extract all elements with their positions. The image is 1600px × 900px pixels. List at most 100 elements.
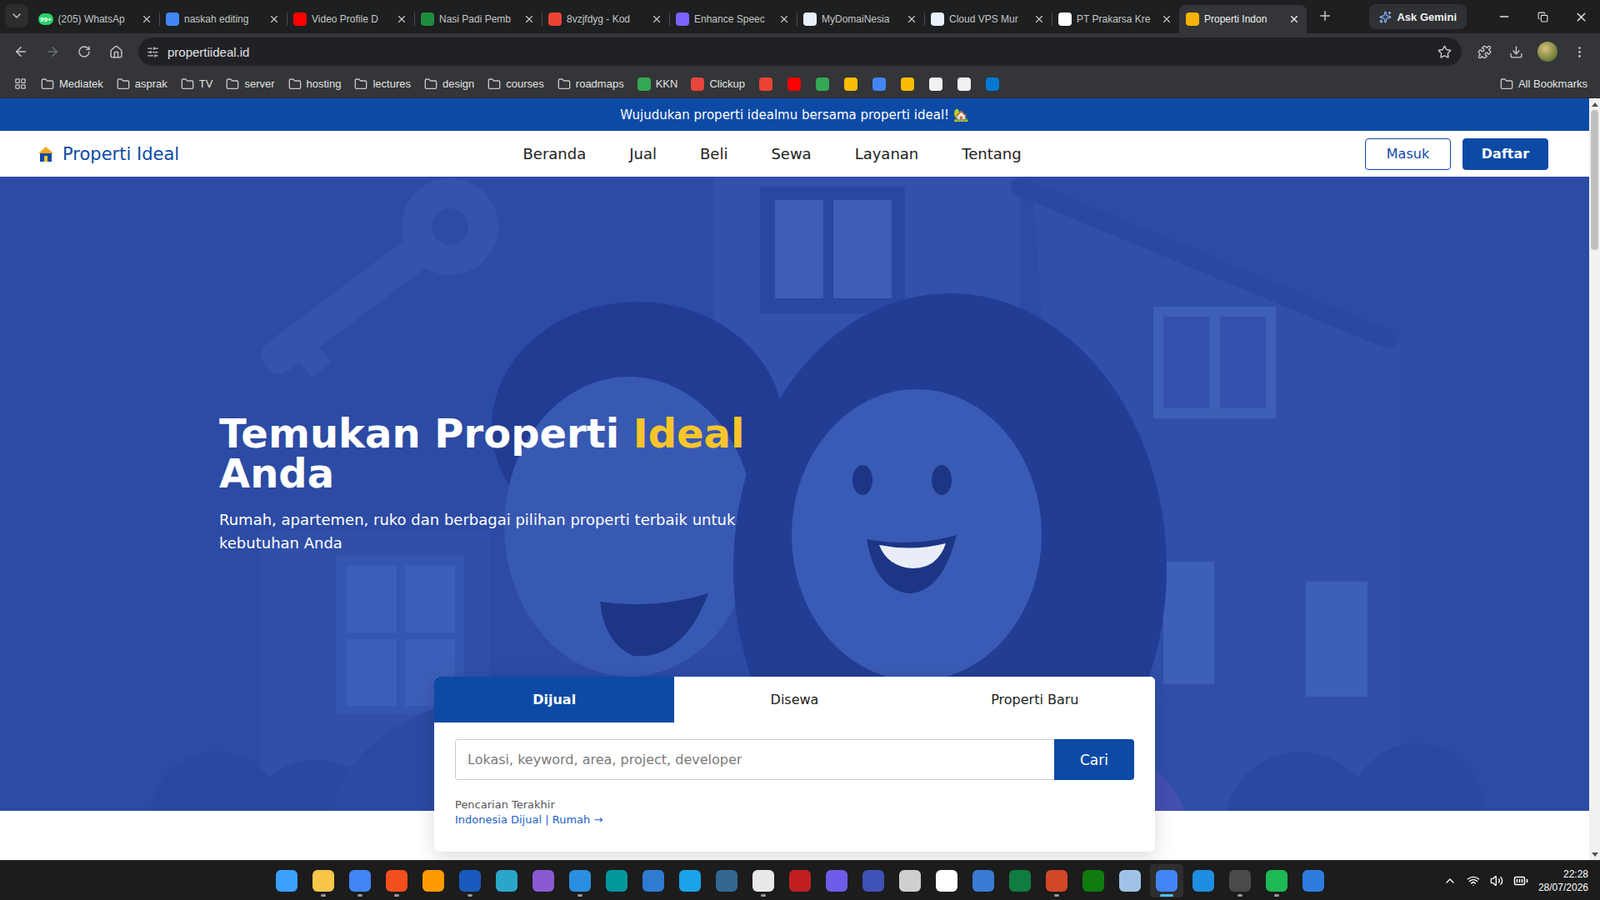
recent-link[interactable]: Indonesia Dijual | Rumah →	[455, 813, 1135, 826]
taskbar-app[interactable]	[1040, 864, 1074, 898]
taskbar-app[interactable]	[416, 864, 450, 898]
close-tab-icon[interactable]	[395, 13, 408, 25]
bookmark-item[interactable]: KKN	[631, 74, 685, 95]
taskbar-app[interactable]	[343, 864, 377, 898]
taskbar-app[interactable]	[453, 864, 487, 898]
bookmark-item[interactable]: lectures	[348, 74, 417, 95]
taskbar-app[interactable]	[673, 864, 707, 898]
close-tab-icon[interactable]	[140, 13, 153, 25]
back-button[interactable]	[6, 37, 35, 66]
login-button[interactable]: Masuk	[1365, 138, 1451, 170]
search-tab[interactable]: Dijual	[434, 676, 675, 723]
bookmark-item[interactable]: roadmaps	[551, 74, 630, 95]
wifi-icon[interactable]	[1466, 874, 1480, 888]
taskbar-app[interactable]	[820, 864, 854, 898]
browser-tab[interactable]: MyDomaiNesia	[796, 5, 925, 34]
search-button[interactable]: Cari	[1054, 739, 1135, 780]
close-tab-icon[interactable]	[778, 13, 790, 25]
ask-gemini-button[interactable]: Ask Gemini	[1369, 4, 1467, 30]
close-window-button[interactable]	[1561, 0, 1600, 34]
scroll-up-icon[interactable]	[1589, 98, 1600, 110]
browser-tab[interactable]: Enhance Speec	[669, 5, 797, 34]
profile-button[interactable]	[1533, 37, 1562, 66]
chevron-up-icon[interactable]	[1443, 874, 1457, 888]
taskbar-app[interactable]	[1150, 864, 1184, 898]
bookmark-item[interactable]: asprak	[110, 74, 174, 95]
taskbar-app[interactable]	[306, 864, 340, 898]
search-tab[interactable]: Disewa	[674, 676, 915, 723]
bookmark-icon-item[interactable]	[922, 73, 950, 95]
taskbar-app[interactable]	[490, 864, 524, 898]
menu-button[interactable]	[1565, 37, 1594, 66]
nav-item[interactable]: Beranda	[522, 145, 586, 163]
bookmark-icon-item[interactable]	[780, 73, 808, 95]
bookmark-item[interactable]: Mediatek	[35, 74, 110, 95]
nav-item[interactable]: Sewa	[770, 145, 811, 163]
close-tab-icon[interactable]	[1160, 13, 1173, 25]
forward-button[interactable]	[38, 37, 67, 66]
bookmark-icon-item[interactable]	[979, 73, 1006, 95]
taskbar-app[interactable]	[1186, 864, 1220, 898]
apps-button[interactable]	[6, 73, 34, 95]
bookmark-icon-item[interactable]	[837, 73, 865, 95]
nav-item[interactable]: Beli	[700, 145, 728, 163]
search-input[interactable]	[455, 739, 1055, 780]
bookmark-icon-item[interactable]	[950, 73, 978, 95]
scroll-down-icon[interactable]	[1589, 848, 1600, 860]
new-tab-button[interactable]	[1313, 4, 1337, 28]
close-tab-icon[interactable]	[905, 13, 918, 25]
taskbar-app[interactable]	[1003, 864, 1037, 898]
browser-tab[interactable]: Cloud VPS Mur	[924, 5, 1052, 34]
taskbar-app[interactable]	[636, 864, 670, 898]
bookmark-item[interactable]: courses	[481, 74, 550, 95]
volume-icon[interactable]	[1490, 874, 1504, 888]
taskbar-app[interactable]	[1113, 864, 1147, 898]
taskbar-app[interactable]	[783, 864, 817, 898]
nav-item[interactable]: Layanan	[855, 145, 920, 163]
scroll-thumb[interactable]	[1590, 110, 1599, 250]
bookmark-icon-item[interactable]	[809, 73, 836, 95]
taskbar-app[interactable]	[966, 864, 1000, 898]
bookmark-item[interactable]: TV	[175, 74, 220, 95]
taskbar-app[interactable]	[893, 864, 927, 898]
browser-tab[interactable]: 99+(205) WhatsAp	[31, 5, 160, 34]
browser-tab[interactable]: PT Prakarsa Kre	[1051, 5, 1180, 34]
close-tab-icon[interactable]	[1033, 13, 1045, 25]
taskbar-app[interactable]	[1223, 864, 1257, 898]
close-tab-icon[interactable]	[650, 13, 663, 25]
page-scrollbar[interactable]	[1589, 98, 1600, 860]
minimize-button[interactable]	[1485, 0, 1524, 34]
taskbar-app[interactable]	[380, 864, 414, 898]
clock[interactable]: 22:2828/07/2026	[1538, 867, 1589, 895]
reload-button[interactable]	[70, 37, 99, 66]
bookmark-icon-item[interactable]	[865, 73, 893, 95]
bookmark-item[interactable]: Clickup	[685, 74, 751, 95]
downloads-button[interactable]	[1501, 37, 1530, 66]
bookmark-icon-item[interactable]	[752, 73, 780, 95]
nav-item[interactable]: Tentang	[961, 145, 1021, 163]
all-bookmarks[interactable]: All Bookmarks	[1494, 74, 1594, 95]
extensions-button[interactable]	[1470, 37, 1499, 66]
register-button[interactable]: Daftar	[1462, 138, 1549, 170]
search-tab[interactable]: Properti Baru	[915, 676, 1155, 723]
taskbar-app[interactable]	[563, 864, 597, 898]
address-bar[interactable]: propertiideal.id	[138, 37, 1462, 66]
browser-tab[interactable]: naskah editing	[159, 5, 287, 34]
browser-tab[interactable]: 8vzjfdyg - Kod	[541, 5, 670, 34]
home-button[interactable]	[101, 37, 130, 66]
taskbar-app[interactable]	[856, 864, 890, 898]
site-info-icon[interactable]	[146, 45, 160, 59]
taskbar-app[interactable]	[1296, 864, 1330, 898]
bookmark-icon-item[interactable]	[894, 73, 921, 95]
taskbar-app[interactable]	[1260, 864, 1294, 898]
tab-search-button[interactable]	[5, 4, 29, 28]
taskbar-app[interactable]	[1076, 864, 1110, 898]
bookmark-item[interactable]: hosting	[282, 74, 348, 95]
taskbar-app[interactable]	[710, 864, 744, 898]
taskbar-app[interactable]	[930, 864, 964, 898]
site-logo[interactable]: Properti Ideal	[35, 144, 180, 165]
taskbar-app[interactable]	[270, 864, 304, 898]
restore-button[interactable]	[1523, 0, 1562, 34]
taskbar-app[interactable]	[746, 864, 780, 898]
close-tab-icon[interactable]	[523, 13, 535, 25]
